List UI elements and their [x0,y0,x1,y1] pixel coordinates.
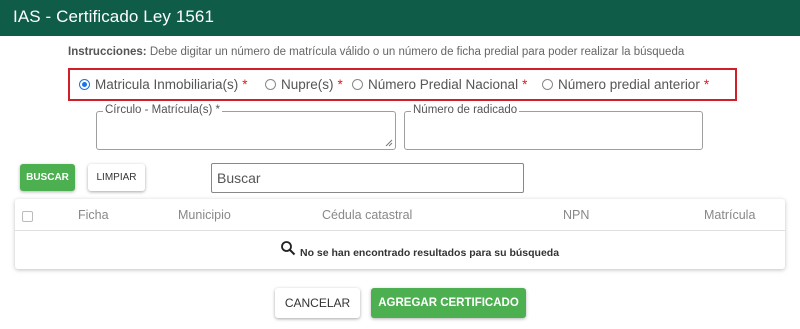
resize-grip-icon[interactable] [385,139,393,147]
required-asterisk: * [703,77,710,92]
radio-button[interactable] [542,79,553,90]
radio-numero-predial-anterior[interactable]: Número predial anterior * [542,77,709,92]
instructions-label: Instrucciones: [68,46,147,58]
required-asterisk: * [242,77,248,92]
column-header-npn[interactable]: NPN [563,208,589,222]
instructions: Instrucciones: Debe digitar un número de… [68,46,684,58]
results-table: Ficha Municipio Cédula catastral NPN Mat… [15,199,785,269]
empty-results-row: No se han encontrado resultados para su … [15,232,785,269]
required-asterisk: * [337,77,343,92]
column-header-cedula-catastral[interactable]: Cédula catastral [322,208,412,222]
app-header: IAS - Certificado Ley 1561 [0,0,800,36]
radio-button[interactable] [265,79,276,90]
select-all-checkbox[interactable] [22,211,33,222]
radio-label: Número Predial Nacional [368,77,519,92]
page-title: IAS - Certificado Ley 1561 [13,7,215,26]
search-type-radio-group: Matricula Inmobiliaria(s) * Nupre(s) * N… [68,68,737,101]
cancel-button[interactable]: CANCELAR [275,288,360,318]
search-icon [281,241,296,256]
radio-nupre[interactable]: Nupre(s) * [265,77,343,92]
empty-results-message: No se han encontrado resultados para su … [300,247,560,259]
radio-label: Número predial anterior [558,77,700,92]
required-asterisk: * [522,77,528,92]
search-input[interactable] [212,164,523,192]
circulo-matricula-textarea[interactable] [97,112,395,149]
clear-button[interactable]: LIMPIAR [88,164,145,191]
numero-radicado-field[interactable]: Número de radicado [404,104,703,150]
search-button[interactable]: BUSCAR [20,164,75,191]
radio-label: Matricula Inmobiliaria(s) [95,77,239,92]
numero-radicado-input[interactable] [405,112,702,149]
table-header: Ficha Municipio Cédula catastral NPN Mat… [15,199,785,231]
column-header-municipio[interactable]: Municipio [178,208,231,222]
radio-label: Nupre(s) [281,77,334,92]
column-header-ficha[interactable]: Ficha [78,208,109,222]
radio-matricula-inmobiliaria[interactable]: Matricula Inmobiliaria(s) * [79,77,248,92]
column-header-matricula[interactable]: Matrícula [704,208,755,222]
radio-button-checked[interactable] [79,79,90,90]
radio-button[interactable] [352,79,363,90]
circulo-matricula-label: Círculo - Matrícula(s) * [103,104,223,116]
numero-radicado-label: Número de radicado [411,104,520,116]
circulo-matricula-field[interactable]: Círculo - Matrícula(s) * [96,104,396,150]
add-certificate-button[interactable]: AGREGAR CERTIFICADO [371,288,526,318]
radio-numero-predial-nacional[interactable]: Número Predial Nacional * [352,77,527,92]
instructions-text: Debe digitar un número de matrícula váli… [149,46,685,58]
search-field[interactable] [211,163,524,193]
